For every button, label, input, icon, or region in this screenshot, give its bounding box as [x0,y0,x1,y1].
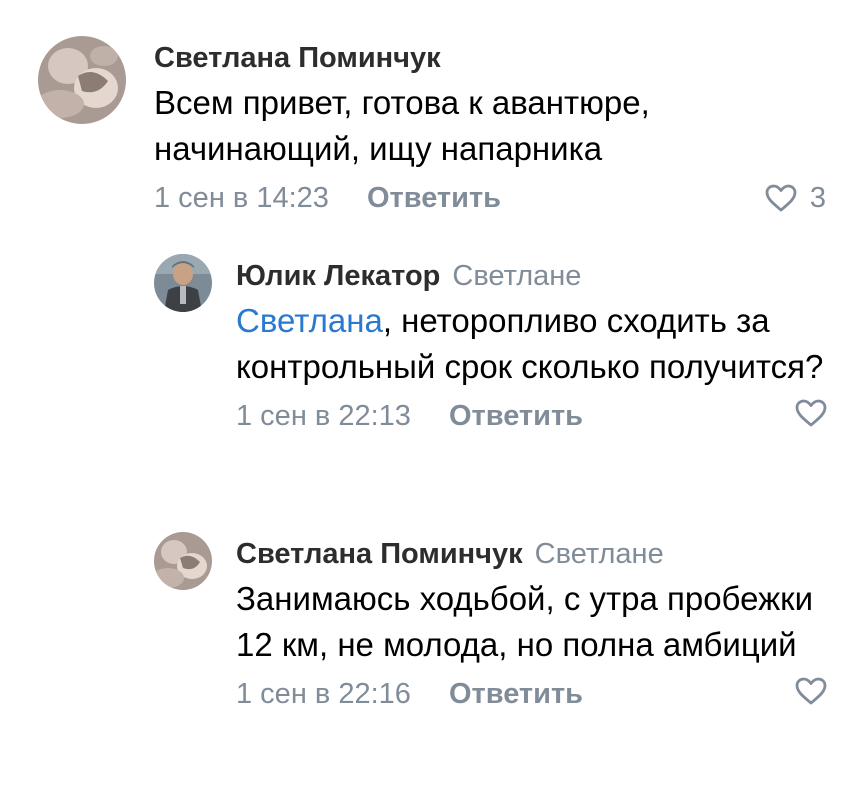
like-button[interactable]: 3 [764,180,826,216]
heart-icon [795,399,827,427]
comment-text: Светлана, неторопливо сходить за контрол… [236,298,846,390]
reply-to-label[interactable]: Светлане [535,538,664,570]
comment-meta: 1 сен в 22:16 Ответить [236,676,846,712]
comment-body: Светлана Поминчук Светлане Занимаюсь ходь… [236,536,846,712]
comment-text: Занимаюсь ходьбой, с утра пробежки 12 км… [236,576,846,668]
author-name[interactable]: Светлана Поминчук [236,538,523,570]
comment-text-content: Занимаюсь ходьбой, с утра пробежки 12 км… [236,580,814,663]
mention-link[interactable]: Светлана [236,302,383,339]
heart-icon [795,677,827,705]
avatar-photo-icon [154,532,212,590]
comment-body: Юлик Лекатор Светлане Светлана, неторопли… [236,258,846,434]
comment-date[interactable]: 1 сен в 22:13 [236,400,411,432]
avatar-photo-icon [154,254,212,312]
like-count: 3 [809,182,826,214]
comment-meta: 1 сен в 22:13 Ответить [236,398,846,434]
comment-meta: 1 сен в 14:23 Ответить 3 [154,180,844,216]
reply-button[interactable]: Ответить [449,678,583,710]
reply-button[interactable]: Ответить [449,400,583,432]
comment-date[interactable]: 1 сен в 14:23 [154,182,329,214]
author-name[interactable]: Светлана Поминчук [154,42,441,74]
comment-text: Всем привет, готова к авантюре, начинающ… [154,80,844,172]
avatar-photo-icon [38,36,126,124]
reply-to-label[interactable]: Светлане [452,260,581,292]
like-button[interactable] [794,676,828,706]
reply-button[interactable]: Ответить [367,182,501,214]
like-button[interactable] [794,398,828,428]
comment-date[interactable]: 1 сен в 22:16 [236,678,411,710]
author-line: Светлана Поминчук [154,40,844,76]
comment-body: Светлана Поминчук Всем привет, готова к … [154,40,844,216]
avatar[interactable] [154,532,212,590]
heart-icon [765,184,797,212]
comment-text-content: Всем привет, готова к авантюре, начинающ… [154,84,650,167]
avatar[interactable] [38,36,126,124]
author-name[interactable]: Юлик Лекатор [236,260,440,292]
author-line: Юлик Лекатор Светлане [236,258,846,294]
avatar[interactable] [154,254,212,312]
author-line: Светлана Поминчук Светлане [236,536,846,572]
